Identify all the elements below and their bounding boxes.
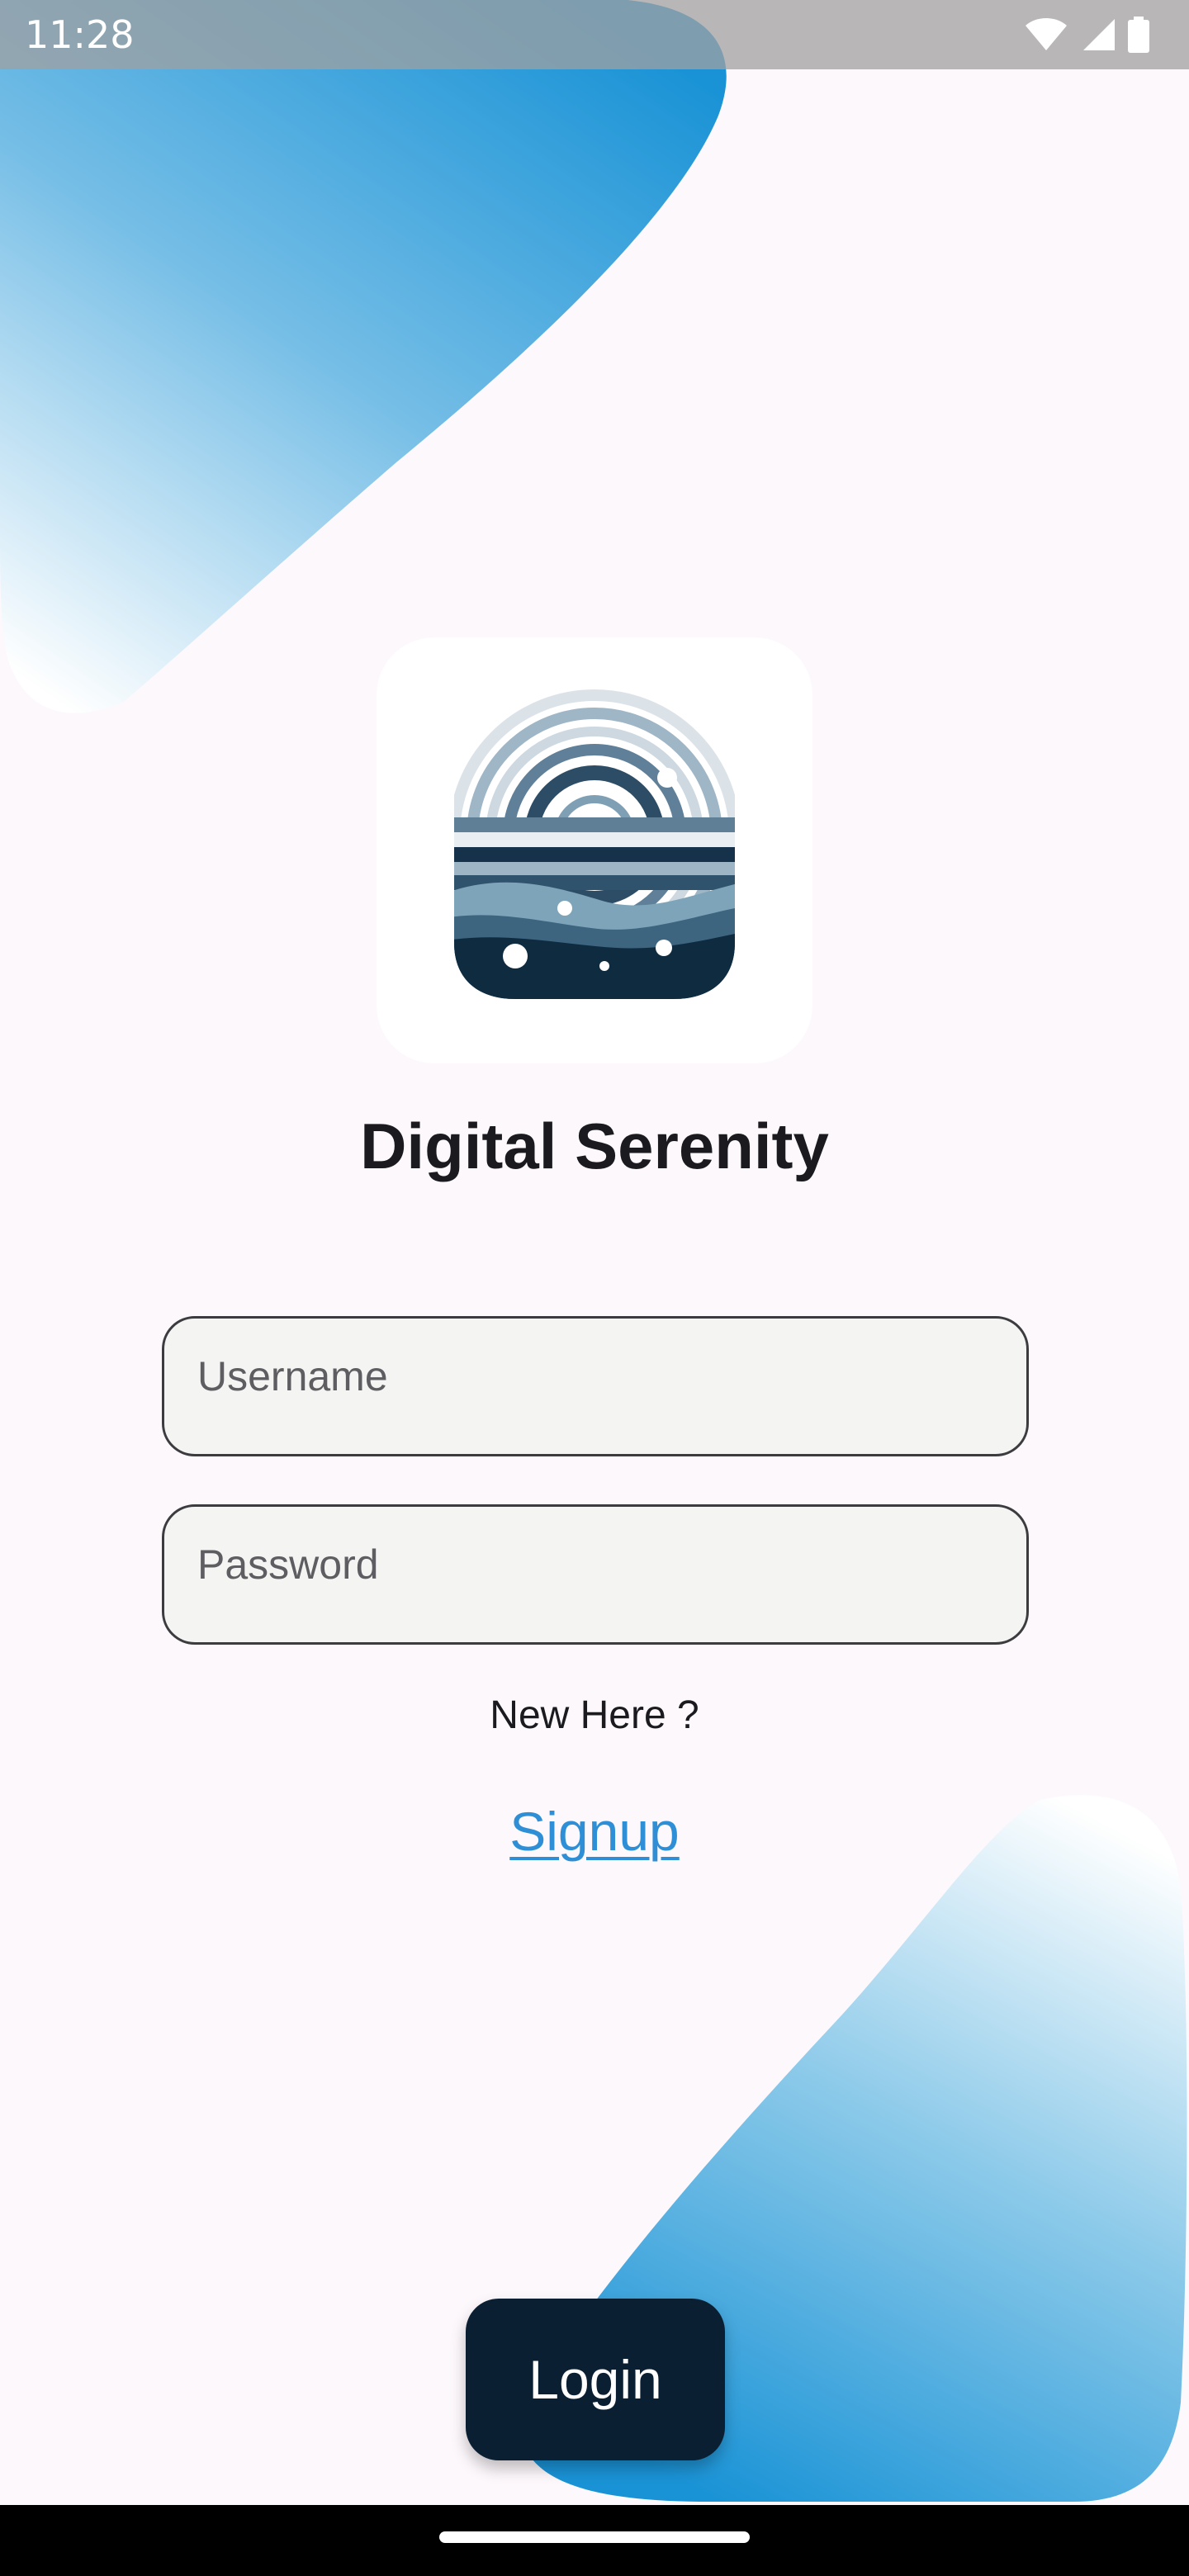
password-input[interactable] <box>197 1540 990 1589</box>
home-indicator[interactable] <box>439 2531 750 2543</box>
signup-link[interactable]: Signup <box>0 1798 1189 1864</box>
status-bar: 11:28 <box>0 0 1189 69</box>
username-input[interactable] <box>197 1352 990 1401</box>
battery-icon <box>1128 17 1149 53</box>
signup-prompt: New Here ? <box>490 1693 699 1737</box>
login-button[interactable]: Login <box>466 2299 725 2460</box>
app-logo-card <box>377 637 812 1063</box>
status-icons <box>1024 17 1149 53</box>
password-field[interactable] <box>162 1504 1029 1645</box>
username-field[interactable] <box>162 1316 1029 1456</box>
app-title: Digital Serenity <box>360 1110 829 1182</box>
wifi-icon <box>1026 18 1067 50</box>
app-logo <box>454 670 735 999</box>
navigation-bar <box>0 2505 1189 2576</box>
signal-icon <box>1083 19 1115 50</box>
top-decorative-wave <box>0 0 727 713</box>
status-time: 11:28 <box>25 12 135 57</box>
